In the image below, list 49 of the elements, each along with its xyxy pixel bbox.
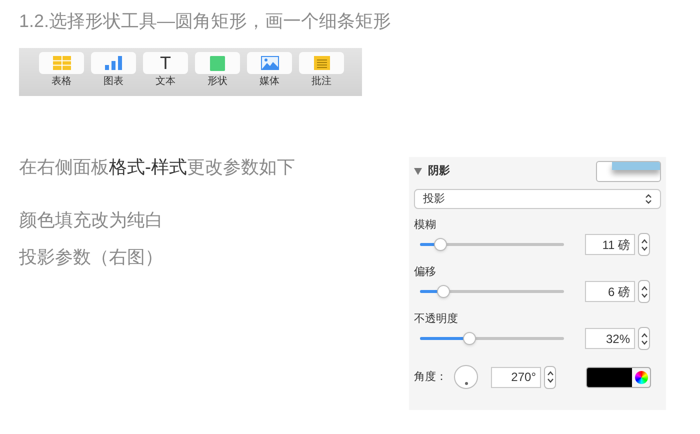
slider-label: 模糊 xyxy=(414,218,437,232)
toolbar-label: 图表 xyxy=(104,75,124,89)
instruction-text: 颜色填充改为纯白 xyxy=(19,209,164,232)
slider-label: 偏移 xyxy=(414,265,437,279)
angle-label: 角度： xyxy=(414,370,448,385)
disclosure-triangle-icon[interactable] xyxy=(414,168,422,175)
toolbar-label: 媒体 xyxy=(260,75,280,89)
chevron-icon xyxy=(645,193,652,205)
toolbar-button[interactable]: T xyxy=(143,52,188,74)
toolbar-label: 表格 xyxy=(52,75,72,89)
toolbar-label: 批注 xyxy=(312,75,332,89)
bar-chart-icon xyxy=(104,56,122,70)
toolbar-button[interactable] xyxy=(195,52,240,74)
square-icon xyxy=(210,56,225,70)
value-field[interactable]: 11 磅 xyxy=(585,234,635,255)
color-wheel-icon xyxy=(634,370,648,384)
chevron-icon xyxy=(640,330,648,346)
toolbar-button[interactable] xyxy=(247,52,292,74)
image-icon xyxy=(260,56,278,70)
slider-thumb[interactable] xyxy=(436,285,450,298)
value-field[interactable]: 6 磅 xyxy=(585,281,635,302)
toolbar-label: 形状 xyxy=(208,75,228,89)
section-title: 阴影 xyxy=(428,164,450,180)
stepper[interactable] xyxy=(638,280,650,303)
shadow-type-dropdown[interactable]: 投影 xyxy=(414,189,661,209)
stepper[interactable] xyxy=(638,233,650,256)
slider-label: 不透明度 xyxy=(414,312,459,326)
chevron-icon xyxy=(640,236,648,252)
note-icon xyxy=(314,56,330,70)
shadow-preview[interactable] xyxy=(596,161,661,182)
chevron-icon xyxy=(640,284,648,300)
angle-field[interactable]: 270° xyxy=(491,366,541,388)
heading: 1.2.选择形状工具—圆角矩形，画一个细条矩形 xyxy=(19,10,392,33)
stepper[interactable] xyxy=(638,327,650,350)
toolbar-button[interactable] xyxy=(299,52,344,74)
instruction-text: 投影参数（右图） xyxy=(19,246,164,269)
table-icon xyxy=(52,56,70,70)
angle-dial[interactable] xyxy=(454,365,478,389)
toolbar-button[interactable] xyxy=(91,52,136,74)
value-field[interactable]: 32% xyxy=(585,328,635,349)
instruction-text: 在右侧面板格式-样式更改参数如下 xyxy=(19,156,296,179)
chevron-icon xyxy=(546,369,554,385)
slider-thumb[interactable] xyxy=(434,238,448,251)
slider-thumb[interactable] xyxy=(462,332,476,345)
stepper[interactable] xyxy=(544,366,556,388)
toolbar-label: 文本 xyxy=(156,75,176,89)
color-well[interactable] xyxy=(586,366,651,388)
toolbar-button[interactable] xyxy=(39,52,84,74)
text-icon: T xyxy=(160,55,171,71)
